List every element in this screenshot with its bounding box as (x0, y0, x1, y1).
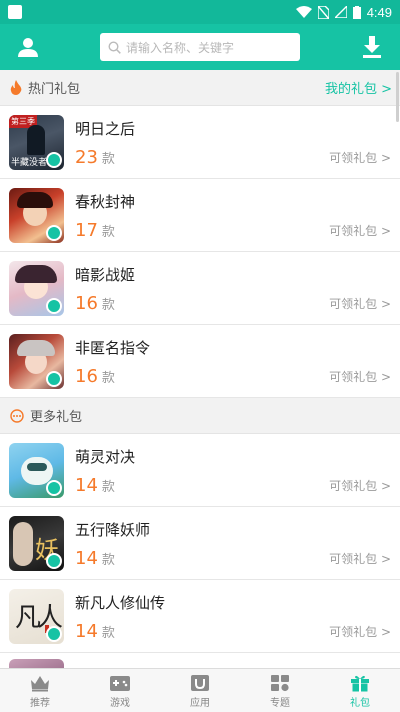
my-gifts-link[interactable]: 我的礼包 > (325, 78, 392, 97)
gift-unit: 款 (101, 480, 115, 495)
bottom-tab-bar: 推荐 游戏 应用 专题 礼包 (0, 668, 400, 712)
more-dots-icon (10, 408, 24, 423)
gift-count: 14 (75, 475, 98, 496)
gift-count: 14 (75, 548, 98, 569)
hot-gifts-header: 热门礼包 我的礼包 > (0, 70, 400, 106)
gift-unit: 款 (101, 553, 115, 568)
search-input[interactable]: 请输入名称、关键字 (100, 33, 300, 61)
gift-count: 16 (75, 293, 98, 314)
clock: 4:49 (366, 4, 392, 20)
app-bar: 请输入名称、关键字 (0, 24, 400, 70)
game-name: 萌灵对决 (75, 448, 136, 466)
tab-label: 推荐 (30, 697, 50, 709)
game-thumbnail: 第三季 半藏没者 (9, 114, 64, 170)
game-name: 春秋封神 (75, 193, 136, 211)
game-thumbnail: 妖 (9, 515, 64, 571)
download-icon (363, 36, 381, 58)
gift-unit: 款 (101, 225, 115, 240)
more-gifts-title: 更多礼包 (30, 410, 83, 425)
search-placeholder: 请输入名称、关键字 (126, 40, 235, 55)
more-gifts-header: 更多礼包 (0, 398, 400, 434)
gift-unit: 款 (101, 298, 115, 313)
tab-games[interactable]: 游戏 (80, 669, 160, 712)
tab-label: 礼包 (350, 697, 370, 709)
verified-badge-icon (46, 552, 62, 569)
game-name: 暗影战姬 (75, 266, 136, 284)
verified-badge-icon (46, 224, 62, 241)
tab-label: 游戏 (110, 697, 130, 709)
game-thumbnail: 凡人 (9, 588, 64, 644)
verified-badge-icon (46, 151, 62, 168)
gift-count: 17 (75, 220, 98, 241)
notification-icon (8, 5, 22, 19)
game-name: 明日之后 (75, 120, 136, 138)
gift-count: 14 (75, 621, 98, 642)
battery-icon (352, 5, 361, 19)
hot-gifts-title: 热门礼包 (28, 82, 81, 97)
tab-label: 应用 (190, 697, 210, 709)
game-thumbnail (9, 260, 64, 316)
user-icon (18, 38, 38, 57)
claim-gift-link[interactable]: 可领礼包 > (329, 477, 391, 494)
download-button[interactable] (360, 34, 384, 60)
claim-gift-link[interactable]: 可领礼包 > (329, 222, 391, 239)
status-bar: 4:49 (0, 0, 400, 24)
verified-badge-icon (46, 297, 62, 314)
game-name: 非匿名指令 (75, 339, 151, 357)
gift-unit: 款 (101, 152, 115, 167)
list-item[interactable]: 暗影战姬 16 款 可领礼包 > (0, 252, 400, 325)
gift-icon (351, 675, 369, 692)
search-icon (108, 40, 121, 54)
list-item[interactable]: 非匿名指令 16 款 可领礼包 > (0, 325, 400, 398)
list-item[interactable]: 第三季 半藏没者 明日之后 23 款 可领礼包 > (0, 106, 400, 179)
no-sim-icon (317, 5, 329, 19)
list-item[interactable]: 萌灵对决 14 款 可领礼包 > (0, 434, 400, 507)
list-item[interactable]: 春秋封神 17 款 可领礼包 > (0, 179, 400, 252)
verified-badge-icon (46, 625, 62, 642)
signal-icon (334, 6, 347, 18)
tab-apps[interactable]: 应用 (160, 669, 240, 712)
game-thumbnail (9, 187, 64, 243)
game-name: 新凡人修仙传 (75, 594, 166, 612)
gift-unit: 款 (101, 371, 115, 386)
tab-label: 专题 (270, 697, 290, 709)
list-item[interactable]: 凡人 新凡人修仙传 14 款 可领礼包 > (0, 580, 400, 653)
claim-gift-link[interactable]: 可领礼包 > (329, 368, 391, 385)
tab-topics[interactable]: 专题 (240, 669, 320, 712)
gift-count: 16 (75, 366, 98, 387)
claim-gift-link[interactable]: 可领礼包 > (329, 623, 391, 640)
magnet-icon (191, 674, 209, 691)
flame-icon (10, 80, 22, 95)
claim-gift-link[interactable]: 可领礼包 > (329, 149, 391, 166)
gift-unit: 款 (101, 626, 115, 641)
user-button[interactable] (12, 31, 44, 63)
verified-badge-icon (46, 479, 62, 496)
tab-gifts[interactable]: 礼包 (320, 669, 400, 712)
tab-recommend[interactable]: 推荐 (0, 669, 80, 712)
game-thumbnail (9, 333, 64, 389)
list-item[interactable]: 妖 五行降妖师 14 款 可领礼包 > (0, 507, 400, 580)
verified-badge-icon (46, 370, 62, 387)
wifi-icon (295, 6, 312, 18)
claim-gift-link[interactable]: 可领礼包 > (329, 295, 391, 312)
grid-icon (271, 674, 289, 691)
crown-icon (31, 675, 49, 691)
game-thumbnail (9, 442, 64, 498)
game-name: 五行降妖师 (75, 521, 151, 539)
gamepad-icon (110, 675, 130, 691)
gift-count: 23 (75, 147, 98, 168)
claim-gift-link[interactable]: 可领礼包 > (329, 550, 391, 567)
scrollbar[interactable] (396, 72, 399, 122)
